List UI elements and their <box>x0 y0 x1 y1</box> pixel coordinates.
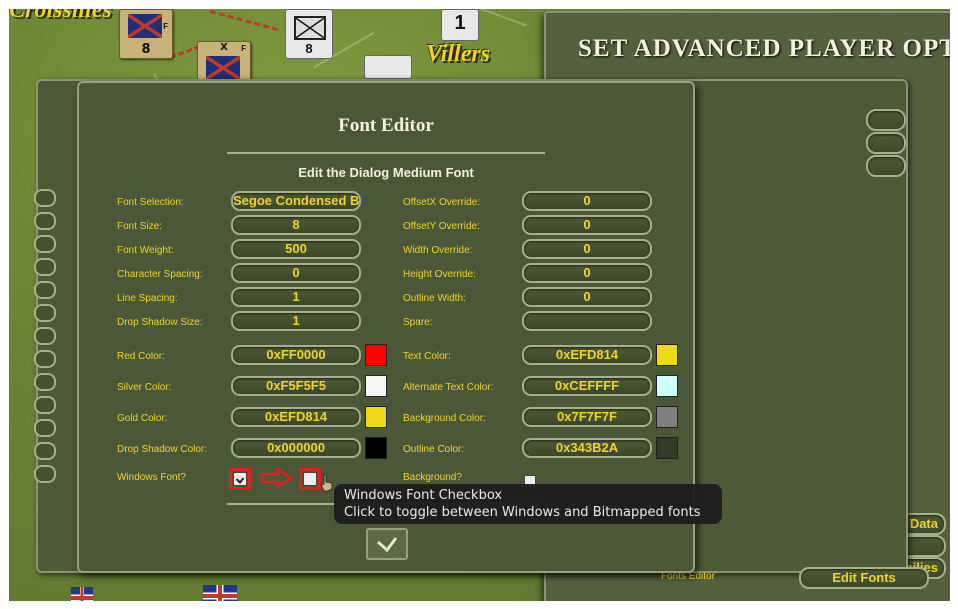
unit-strength: 8 <box>305 41 313 56</box>
font-size-field[interactable]: 8 <box>231 215 361 235</box>
gold-color-field[interactable]: 0xEFD814 <box>231 407 361 427</box>
dialog-subtitle: Edit the Dialog Medium Font <box>298 165 474 180</box>
option-toggle[interactable] <box>34 373 56 391</box>
font-weight-label: Font Weight: <box>117 245 174 256</box>
width-override-label: Width Override: <box>403 245 473 256</box>
offsetx-override-field[interactable]: 0 <box>522 191 652 211</box>
unit-counter[interactable] <box>364 55 412 79</box>
town-label: Croissilles <box>9 9 112 23</box>
background-label: Background? <box>403 472 462 483</box>
flag-icon <box>206 56 240 80</box>
alternate-text-color-field[interactable]: 0xCEFFFF <box>522 376 652 396</box>
option-toggle[interactable] <box>34 419 56 437</box>
option-toggle[interactable] <box>866 155 906 177</box>
panel-title: SET ADVANCED PLAYER OPTIONS <box>578 35 950 62</box>
option-toggle[interactable] <box>34 442 56 460</box>
unit-tag: F <box>241 44 246 53</box>
line-spacing-label: Line Spacing: <box>117 293 178 304</box>
font-size-label: Font Size: <box>117 221 163 232</box>
flag-icon <box>203 585 237 601</box>
red-color-field[interactable]: 0xFF0000 <box>231 345 361 365</box>
outline-width-field[interactable]: 0 <box>522 287 652 307</box>
background-color-swatch[interactable] <box>656 406 678 428</box>
option-toggle[interactable] <box>34 258 56 276</box>
unit-counter[interactable]: F 8 <box>119 9 173 59</box>
outline-color-swatch[interactable] <box>656 437 678 459</box>
gold-color-label: Gold Color: <box>117 413 168 424</box>
option-toggle[interactable] <box>866 132 906 154</box>
windows-font-checkbox-unchecked[interactable] <box>303 472 317 486</box>
drop-shadow-color-label: Drop Shadow Color: <box>117 444 208 455</box>
option-toggle[interactable] <box>34 396 56 414</box>
option-toggle[interactable] <box>34 189 56 207</box>
tooltip-title: Windows Font Checkbox <box>344 488 503 503</box>
hand-cursor-icon <box>320 474 333 492</box>
checkmark-icon <box>235 477 245 485</box>
option-toggle[interactable] <box>866 109 906 131</box>
flag-icon <box>128 14 162 38</box>
background-color-label: Background Color: <box>403 413 486 424</box>
height-override-label: Height Override: <box>403 269 476 280</box>
option-toggle[interactable] <box>34 327 56 345</box>
unit-counter[interactable]: 8 <box>285 9 333 59</box>
spare-label: Spare: <box>403 317 433 328</box>
offsetx-override-label: OffsetX Override: <box>403 197 481 208</box>
tooltip: Windows Font Checkbox Click to toggle be… <box>334 484 722 524</box>
option-toggle[interactable] <box>34 350 56 368</box>
unit-tag: F <box>163 22 168 31</box>
drop-shadow-size-field[interactable]: 1 <box>231 311 361 331</box>
gold-color-swatch[interactable] <box>365 406 387 428</box>
font-weight-field[interactable]: 500 <box>231 239 361 259</box>
alternate-text-color-swatch[interactable] <box>656 375 678 397</box>
unit-counter[interactable]: 1 <box>441 9 479 41</box>
outline-color-label: Outline Color: <box>403 444 465 455</box>
offsety-override-field[interactable]: 0 <box>522 215 652 235</box>
infantry-icon <box>294 16 326 40</box>
option-toggle[interactable] <box>34 281 56 299</box>
background-color-field[interactable]: 0x7F7F7F <box>522 407 652 427</box>
town-label: Villers <box>426 41 491 67</box>
line-spacing-field[interactable]: 1 <box>231 287 361 307</box>
red-color-swatch[interactable] <box>365 344 387 366</box>
unit-strength: 8 <box>141 42 151 57</box>
red-color-label: Red Color: <box>117 351 165 362</box>
unit-strength: 1 <box>454 12 466 34</box>
arrow-right-icon <box>260 467 294 489</box>
flag-icon <box>71 587 93 601</box>
silver-color-field[interactable]: 0xF5F5F5 <box>231 376 361 396</box>
edit-fonts-button[interactable]: Edit Fonts <box>799 567 929 589</box>
font-selection-label: Font Selection: <box>117 197 184 208</box>
option-toggle[interactable] <box>34 304 56 322</box>
width-override-field[interactable]: 0 <box>522 239 652 259</box>
drop-shadow-size-label: Drop Shadow Size: <box>117 317 203 328</box>
character-spacing-field[interactable]: 0 <box>231 263 361 283</box>
text-color-field[interactable]: 0xEFD814 <box>522 345 652 365</box>
silver-color-label: Silver Color: <box>117 382 172 393</box>
silver-color-swatch[interactable] <box>365 375 387 397</box>
option-toggle[interactable] <box>34 465 56 483</box>
game-map[interactable]: Croissilles Villers F 8 X F 8 1 SET ADVA… <box>9 9 950 601</box>
ok-button[interactable] <box>366 528 408 560</box>
option-toggle[interactable] <box>34 212 56 230</box>
spare-field[interactable] <box>522 311 652 331</box>
alternate-text-color-label: Alternate Text Color: <box>403 382 494 393</box>
outline-width-label: Outline Width: <box>403 293 466 304</box>
height-override-field[interactable]: 0 <box>522 263 652 283</box>
tooltip-text: Click to toggle between Windows and Bitm… <box>344 505 701 520</box>
map-road <box>209 9 279 32</box>
windows-font-checkbox[interactable] <box>233 472 247 486</box>
text-color-swatch[interactable] <box>656 344 678 366</box>
offsety-override-label: OffsetY Override: <box>403 221 480 232</box>
outline-color-field[interactable]: 0x343B2A <box>522 438 652 458</box>
character-spacing-label: Character Spacing: <box>117 269 203 280</box>
title-divider <box>227 152 545 154</box>
text-color-label: Text Color: <box>403 351 451 362</box>
drop-shadow-color-field[interactable]: 0x000000 <box>231 438 361 458</box>
font-selection-field[interactable]: Segoe Condensed Bold <box>231 191 361 211</box>
checkmark-icon <box>377 537 398 553</box>
dialog-title: Font Editor <box>338 115 434 136</box>
option-toggle[interactable] <box>34 235 56 253</box>
windows-font-label: Windows Font? <box>117 472 186 483</box>
drop-shadow-color-swatch[interactable] <box>365 437 387 459</box>
